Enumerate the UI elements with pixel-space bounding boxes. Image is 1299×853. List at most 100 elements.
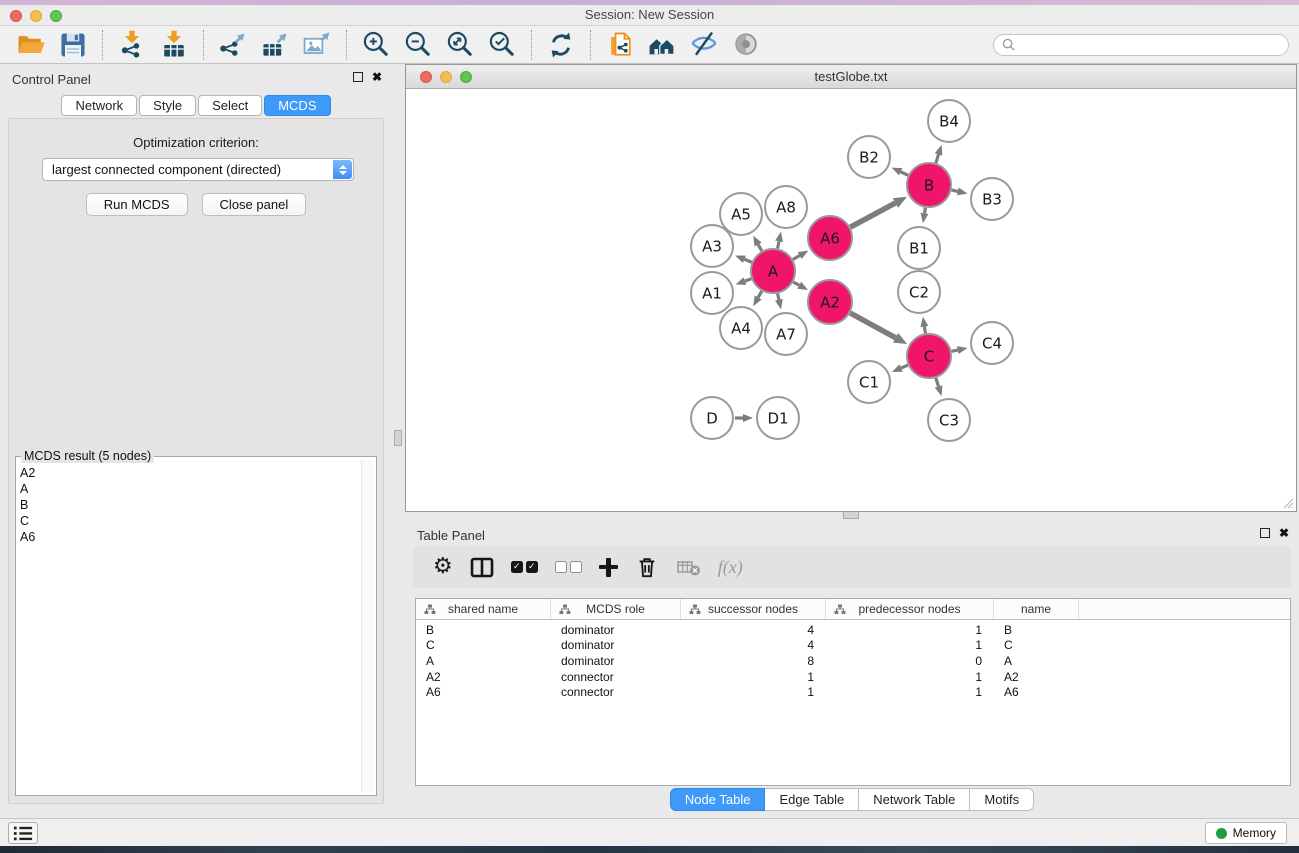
hide-selected-button[interactable] — [687, 28, 721, 62]
tab-motifs[interactable]: Motifs — [970, 788, 1034, 811]
save-session-button[interactable] — [56, 28, 90, 62]
graph-node-C4[interactable]: C4 — [971, 322, 1013, 364]
first-neighbors-button[interactable] — [645, 28, 679, 62]
float-panel-icon[interactable] — [1260, 528, 1270, 538]
table-row[interactable]: A6connector11A6 — [416, 684, 1290, 700]
zoom-selected-button[interactable] — [485, 28, 519, 62]
search-field[interactable] — [993, 34, 1289, 56]
import-network-button[interactable] — [115, 28, 149, 62]
edge-A-A6[interactable] — [793, 256, 800, 260]
tab-network-table[interactable]: Network Table — [859, 788, 970, 811]
show-all-button[interactable] — [729, 28, 763, 62]
tab-mcds[interactable]: MCDS — [264, 95, 330, 116]
graph-node-A6[interactable]: A6 — [808, 216, 852, 260]
graph-node-A2[interactable]: A2 — [808, 280, 852, 324]
show-columns-button[interactable] — [470, 552, 494, 582]
minimize-window-button[interactable] — [30, 10, 42, 22]
column-header-mcds-role[interactable]: MCDS role — [551, 599, 681, 619]
tab-edge-table[interactable]: Edge Table — [765, 788, 859, 811]
graph-node-B[interactable]: B — [907, 163, 951, 207]
create-column-button[interactable] — [599, 552, 618, 582]
tab-network[interactable]: Network — [61, 95, 137, 116]
table-settings-button[interactable]: ⚙ — [433, 552, 453, 582]
graph-node-B3[interactable]: B3 — [971, 178, 1013, 220]
graph-node-B1[interactable]: B1 — [898, 227, 940, 269]
result-item[interactable]: A2 — [20, 465, 358, 481]
export-image-button[interactable] — [300, 28, 334, 62]
task-history-button[interactable] — [8, 822, 38, 844]
delete-column-button[interactable] — [635, 552, 659, 582]
network-zoom-button[interactable] — [460, 71, 472, 83]
resize-grip-icon[interactable] — [1280, 495, 1294, 509]
table-row[interactable]: Cdominator41C — [416, 638, 1290, 654]
tab-select[interactable]: Select — [198, 95, 262, 116]
graph-node-B2[interactable]: B2 — [848, 136, 890, 178]
zoom-in-button[interactable] — [359, 28, 393, 62]
column-header-shared-name[interactable]: shared name — [416, 599, 551, 619]
edge-C-C1[interactable] — [901, 365, 908, 368]
result-item[interactable]: A6 — [20, 529, 358, 545]
edge-B-B1[interactable] — [924, 208, 925, 214]
graph-node-A1[interactable]: A1 — [691, 272, 733, 314]
function-builder-button[interactable]: f(x) — [718, 552, 743, 582]
graph-node-B4[interactable]: B4 — [928, 100, 970, 142]
edge-A6-B[interactable] — [850, 203, 895, 227]
graph-node-D[interactable]: D — [691, 397, 733, 439]
table-row[interactable]: A2connector11A2 — [416, 669, 1290, 685]
graph-node-C[interactable]: C — [907, 334, 951, 378]
float-panel-icon[interactable] — [353, 72, 363, 82]
edge-C-C2[interactable] — [924, 327, 925, 334]
deselect-all-button[interactable] — [555, 552, 582, 582]
vertical-split-handle[interactable] — [394, 430, 402, 446]
table-row[interactable]: Bdominator41B — [416, 622, 1290, 638]
edge-A-A3[interactable] — [744, 259, 751, 262]
result-scrollbar[interactable] — [361, 460, 373, 792]
edge-B-B3[interactable] — [951, 190, 957, 191]
edge-B-B4[interactable] — [936, 154, 939, 163]
export-network-button[interactable] — [216, 28, 250, 62]
column-header-successor-nodes[interactable]: successor nodes — [681, 599, 826, 619]
result-item[interactable]: C — [20, 513, 358, 529]
result-item[interactable]: B — [20, 497, 358, 513]
criterion-select[interactable]: largest connected component (directed) — [42, 158, 354, 181]
edge-A-A4[interactable] — [758, 291, 762, 297]
refresh-button[interactable] — [544, 28, 578, 62]
network-close-button[interactable] — [420, 71, 432, 83]
graph-node-C1[interactable]: C1 — [848, 361, 890, 403]
edge-A2-C[interactable] — [850, 313, 895, 338]
close-panel-button[interactable]: Close panel — [202, 193, 307, 216]
graph-node-A4[interactable]: A4 — [720, 307, 762, 349]
search-input[interactable] — [1015, 38, 1280, 52]
export-table-button[interactable] — [258, 28, 292, 62]
close-panel-icon[interactable]: ✖ — [372, 72, 382, 82]
graph-node-A5[interactable]: A5 — [720, 193, 762, 235]
network-window-titlebar[interactable]: testGlobe.txt — [406, 65, 1296, 89]
edge-A-A8[interactable] — [778, 241, 779, 248]
run-mcds-button[interactable]: Run MCDS — [86, 193, 188, 216]
memory-button[interactable]: Memory — [1205, 822, 1287, 844]
zoom-window-button[interactable] — [50, 10, 62, 22]
delete-table-button[interactable] — [676, 552, 701, 582]
graph-node-A[interactable]: A — [751, 249, 795, 293]
horizontal-split-handle[interactable] — [843, 511, 859, 519]
tab-node-table[interactable]: Node Table — [670, 788, 766, 811]
graph-node-A7[interactable]: A7 — [765, 313, 807, 355]
network-minimize-button[interactable] — [440, 71, 452, 83]
edge-B-B2[interactable] — [901, 172, 908, 175]
result-item[interactable]: A — [20, 481, 358, 497]
edge-A-A2[interactable] — [793, 282, 799, 285]
edge-A-A5[interactable] — [758, 245, 762, 251]
close-panel-icon[interactable]: ✖ — [1279, 528, 1289, 538]
graph-node-A3[interactable]: A3 — [691, 225, 733, 267]
zoom-fit-button[interactable] — [443, 28, 477, 62]
graph-node-C2[interactable]: C2 — [898, 271, 940, 313]
graph-node-C3[interactable]: C3 — [928, 399, 970, 441]
zoom-out-button[interactable] — [401, 28, 435, 62]
column-header-name[interactable]: name — [994, 599, 1079, 619]
table-row[interactable]: Adominator80A — [416, 653, 1290, 669]
edge-A-A1[interactable] — [745, 279, 751, 281]
import-table-button[interactable] — [157, 28, 191, 62]
edge-C-C3[interactable] — [936, 378, 939, 387]
clone-network-button[interactable] — [603, 28, 637, 62]
network-canvas[interactable]: A5A8A6A3AA1A2A4A7B2B4BB3B1C2CC4C1C3DD1 — [406, 89, 1296, 511]
